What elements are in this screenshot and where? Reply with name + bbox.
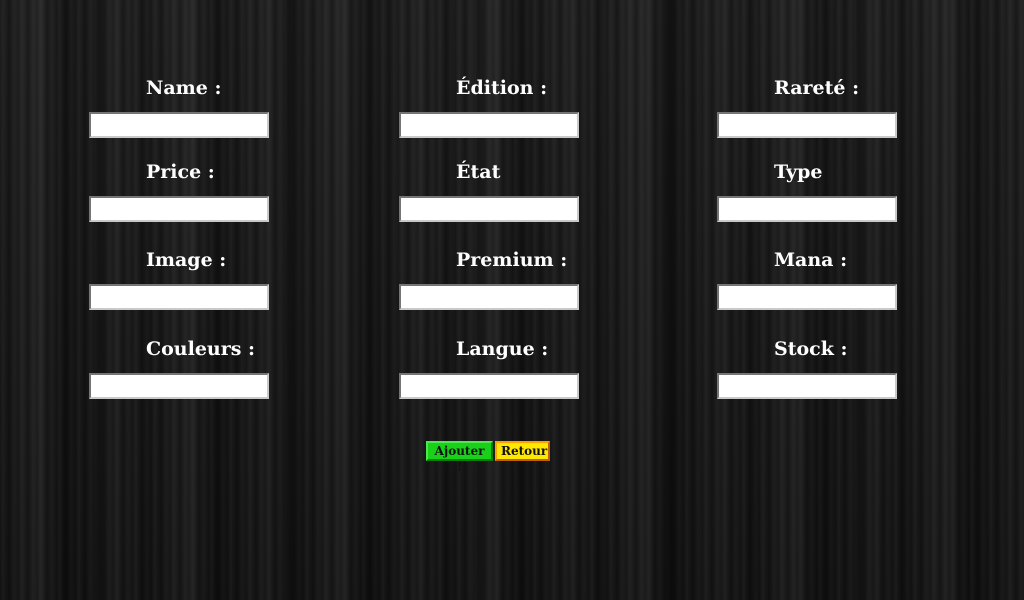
mana-input[interactable] xyxy=(717,284,897,310)
field-type: Type xyxy=(717,158,897,222)
card-form: Name : Édition : Rareté : Price : État T… xyxy=(0,0,1024,600)
price-label: Price : xyxy=(146,161,215,183)
field-mana: Mana : xyxy=(717,246,897,310)
stock-label: Stock : xyxy=(774,338,848,360)
image-input[interactable] xyxy=(89,284,269,310)
add-button[interactable]: Ajouter ! xyxy=(426,441,493,474)
rarete-input[interactable] xyxy=(717,112,897,138)
name-label: Name : xyxy=(146,77,222,99)
stock-input[interactable] xyxy=(717,373,897,399)
type-label: Type xyxy=(774,161,823,183)
field-image: Image : xyxy=(89,246,269,310)
back-button[interactable]: Retour xyxy=(495,441,550,461)
field-couleurs: Couleurs : xyxy=(89,335,269,399)
etat-label: État xyxy=(456,161,501,183)
field-rarete: Rareté : xyxy=(717,74,897,138)
field-edition: Édition : xyxy=(399,74,579,138)
couleurs-input[interactable] xyxy=(89,373,269,399)
langue-input[interactable] xyxy=(399,373,579,399)
edition-input[interactable] xyxy=(399,112,579,138)
name-input[interactable] xyxy=(89,112,269,138)
field-price: Price : xyxy=(89,158,269,222)
langue-label: Langue : xyxy=(456,338,549,360)
field-premium: Premium : xyxy=(399,246,579,310)
etat-input[interactable] xyxy=(399,196,579,222)
mana-label: Mana : xyxy=(774,249,848,271)
field-stock: Stock : xyxy=(717,335,897,399)
edition-label: Édition : xyxy=(456,77,548,99)
field-name: Name : xyxy=(89,74,269,138)
form-buttons: Ajouter ! Retour xyxy=(426,441,550,474)
premium-input[interactable] xyxy=(399,284,579,310)
price-input[interactable] xyxy=(89,196,269,222)
field-langue: Langue : xyxy=(399,335,579,399)
premium-label: Premium : xyxy=(456,249,568,271)
rarete-label: Rareté : xyxy=(774,77,860,99)
image-label: Image : xyxy=(146,249,227,271)
type-input[interactable] xyxy=(717,196,897,222)
couleurs-label: Couleurs : xyxy=(146,338,256,360)
field-etat: État xyxy=(399,158,579,222)
